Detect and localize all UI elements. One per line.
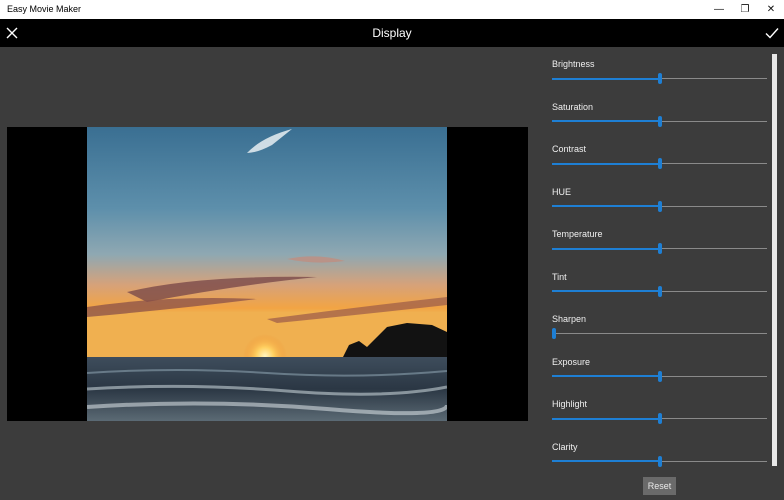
slider-track[interactable] bbox=[552, 200, 767, 212]
adjustments-panel: Brightness Saturation Contrast HUE Temperatu… bbox=[540, 47, 784, 500]
slider-label: Clarity bbox=[552, 441, 578, 452]
slider-thumb[interactable] bbox=[552, 328, 556, 339]
confirm-button[interactable] bbox=[762, 24, 782, 42]
slider-track[interactable] bbox=[552, 158, 767, 169]
preview-image bbox=[87, 127, 447, 421]
window-title: Easy Movie Maker bbox=[7, 4, 82, 14]
preview-area bbox=[0, 47, 540, 500]
slider-sharpen: Sharpen bbox=[551, 306, 767, 348]
slider-label: Sharpen bbox=[552, 314, 587, 324]
slider-track[interactable] bbox=[552, 73, 767, 84]
slider-fill bbox=[552, 120, 660, 122]
slider-fill bbox=[552, 162, 660, 165]
slider-thumb[interactable] bbox=[657, 413, 662, 424]
slider-brightness: Brightness bbox=[551, 51, 767, 93]
slider-highlight: Highlight bbox=[551, 391, 767, 433]
slider-label: Brightness bbox=[552, 59, 595, 69]
slider-fill bbox=[552, 375, 660, 377]
slider-label: Contrast bbox=[552, 144, 587, 154]
slider-contrast: Contrast bbox=[551, 136, 767, 178]
app-header: Display bbox=[0, 19, 784, 47]
slider-track[interactable] bbox=[552, 370, 767, 382]
slider-thumb[interactable] bbox=[657, 370, 662, 382]
slider-clarity: Clarity bbox=[551, 434, 767, 476]
slider-fill bbox=[552, 460, 660, 462]
slider-track[interactable] bbox=[552, 455, 767, 467]
slider-exposure: Exposure bbox=[551, 349, 767, 391]
slider-track[interactable] bbox=[552, 285, 767, 297]
slider-thumb[interactable] bbox=[657, 455, 662, 467]
slider-label: Tint bbox=[552, 271, 567, 282]
checkmark-icon bbox=[765, 28, 779, 39]
slider-label: Temperature bbox=[552, 229, 603, 239]
slider-label: HUE bbox=[552, 186, 572, 197]
slider-track[interactable] bbox=[552, 328, 767, 339]
slider-temperature: Temperature bbox=[551, 221, 767, 263]
slider-saturation: Saturation bbox=[551, 94, 767, 136]
video-preview[interactable] bbox=[7, 127, 528, 421]
slider-thumb[interactable] bbox=[657, 200, 662, 212]
slider-fill bbox=[552, 290, 660, 292]
slider-label: Highlight bbox=[552, 399, 588, 409]
restore-button[interactable]: ❐ bbox=[732, 0, 758, 19]
slider-thumb[interactable] bbox=[657, 243, 662, 254]
slider-fill bbox=[552, 417, 660, 420]
page-title: Display bbox=[372, 26, 412, 40]
slider-thumb[interactable] bbox=[657, 285, 662, 297]
window-close-button[interactable]: ✕ bbox=[758, 0, 784, 19]
slider-label: Exposure bbox=[552, 356, 591, 367]
slider-thumb[interactable] bbox=[657, 73, 662, 84]
reset-button[interactable]: Reset bbox=[643, 477, 676, 495]
slider-label: Saturation bbox=[552, 101, 594, 112]
slider-hue: HUE bbox=[551, 179, 767, 221]
slider-track[interactable] bbox=[552, 243, 767, 254]
slider-track[interactable] bbox=[552, 115, 767, 127]
slider-thumb[interactable] bbox=[657, 115, 662, 127]
slider-fill bbox=[552, 247, 660, 250]
slider-tint: Tint bbox=[551, 264, 767, 306]
slider-fill bbox=[552, 77, 660, 80]
slider-fill bbox=[552, 205, 660, 207]
slider-track[interactable] bbox=[552, 413, 767, 424]
slider-thumb[interactable] bbox=[657, 158, 662, 169]
panel-scrollbar[interactable] bbox=[772, 54, 777, 466]
window-titlebar: Easy Movie Maker — ❐ ✕ bbox=[0, 0, 784, 19]
minimize-button[interactable]: — bbox=[706, 0, 732, 19]
